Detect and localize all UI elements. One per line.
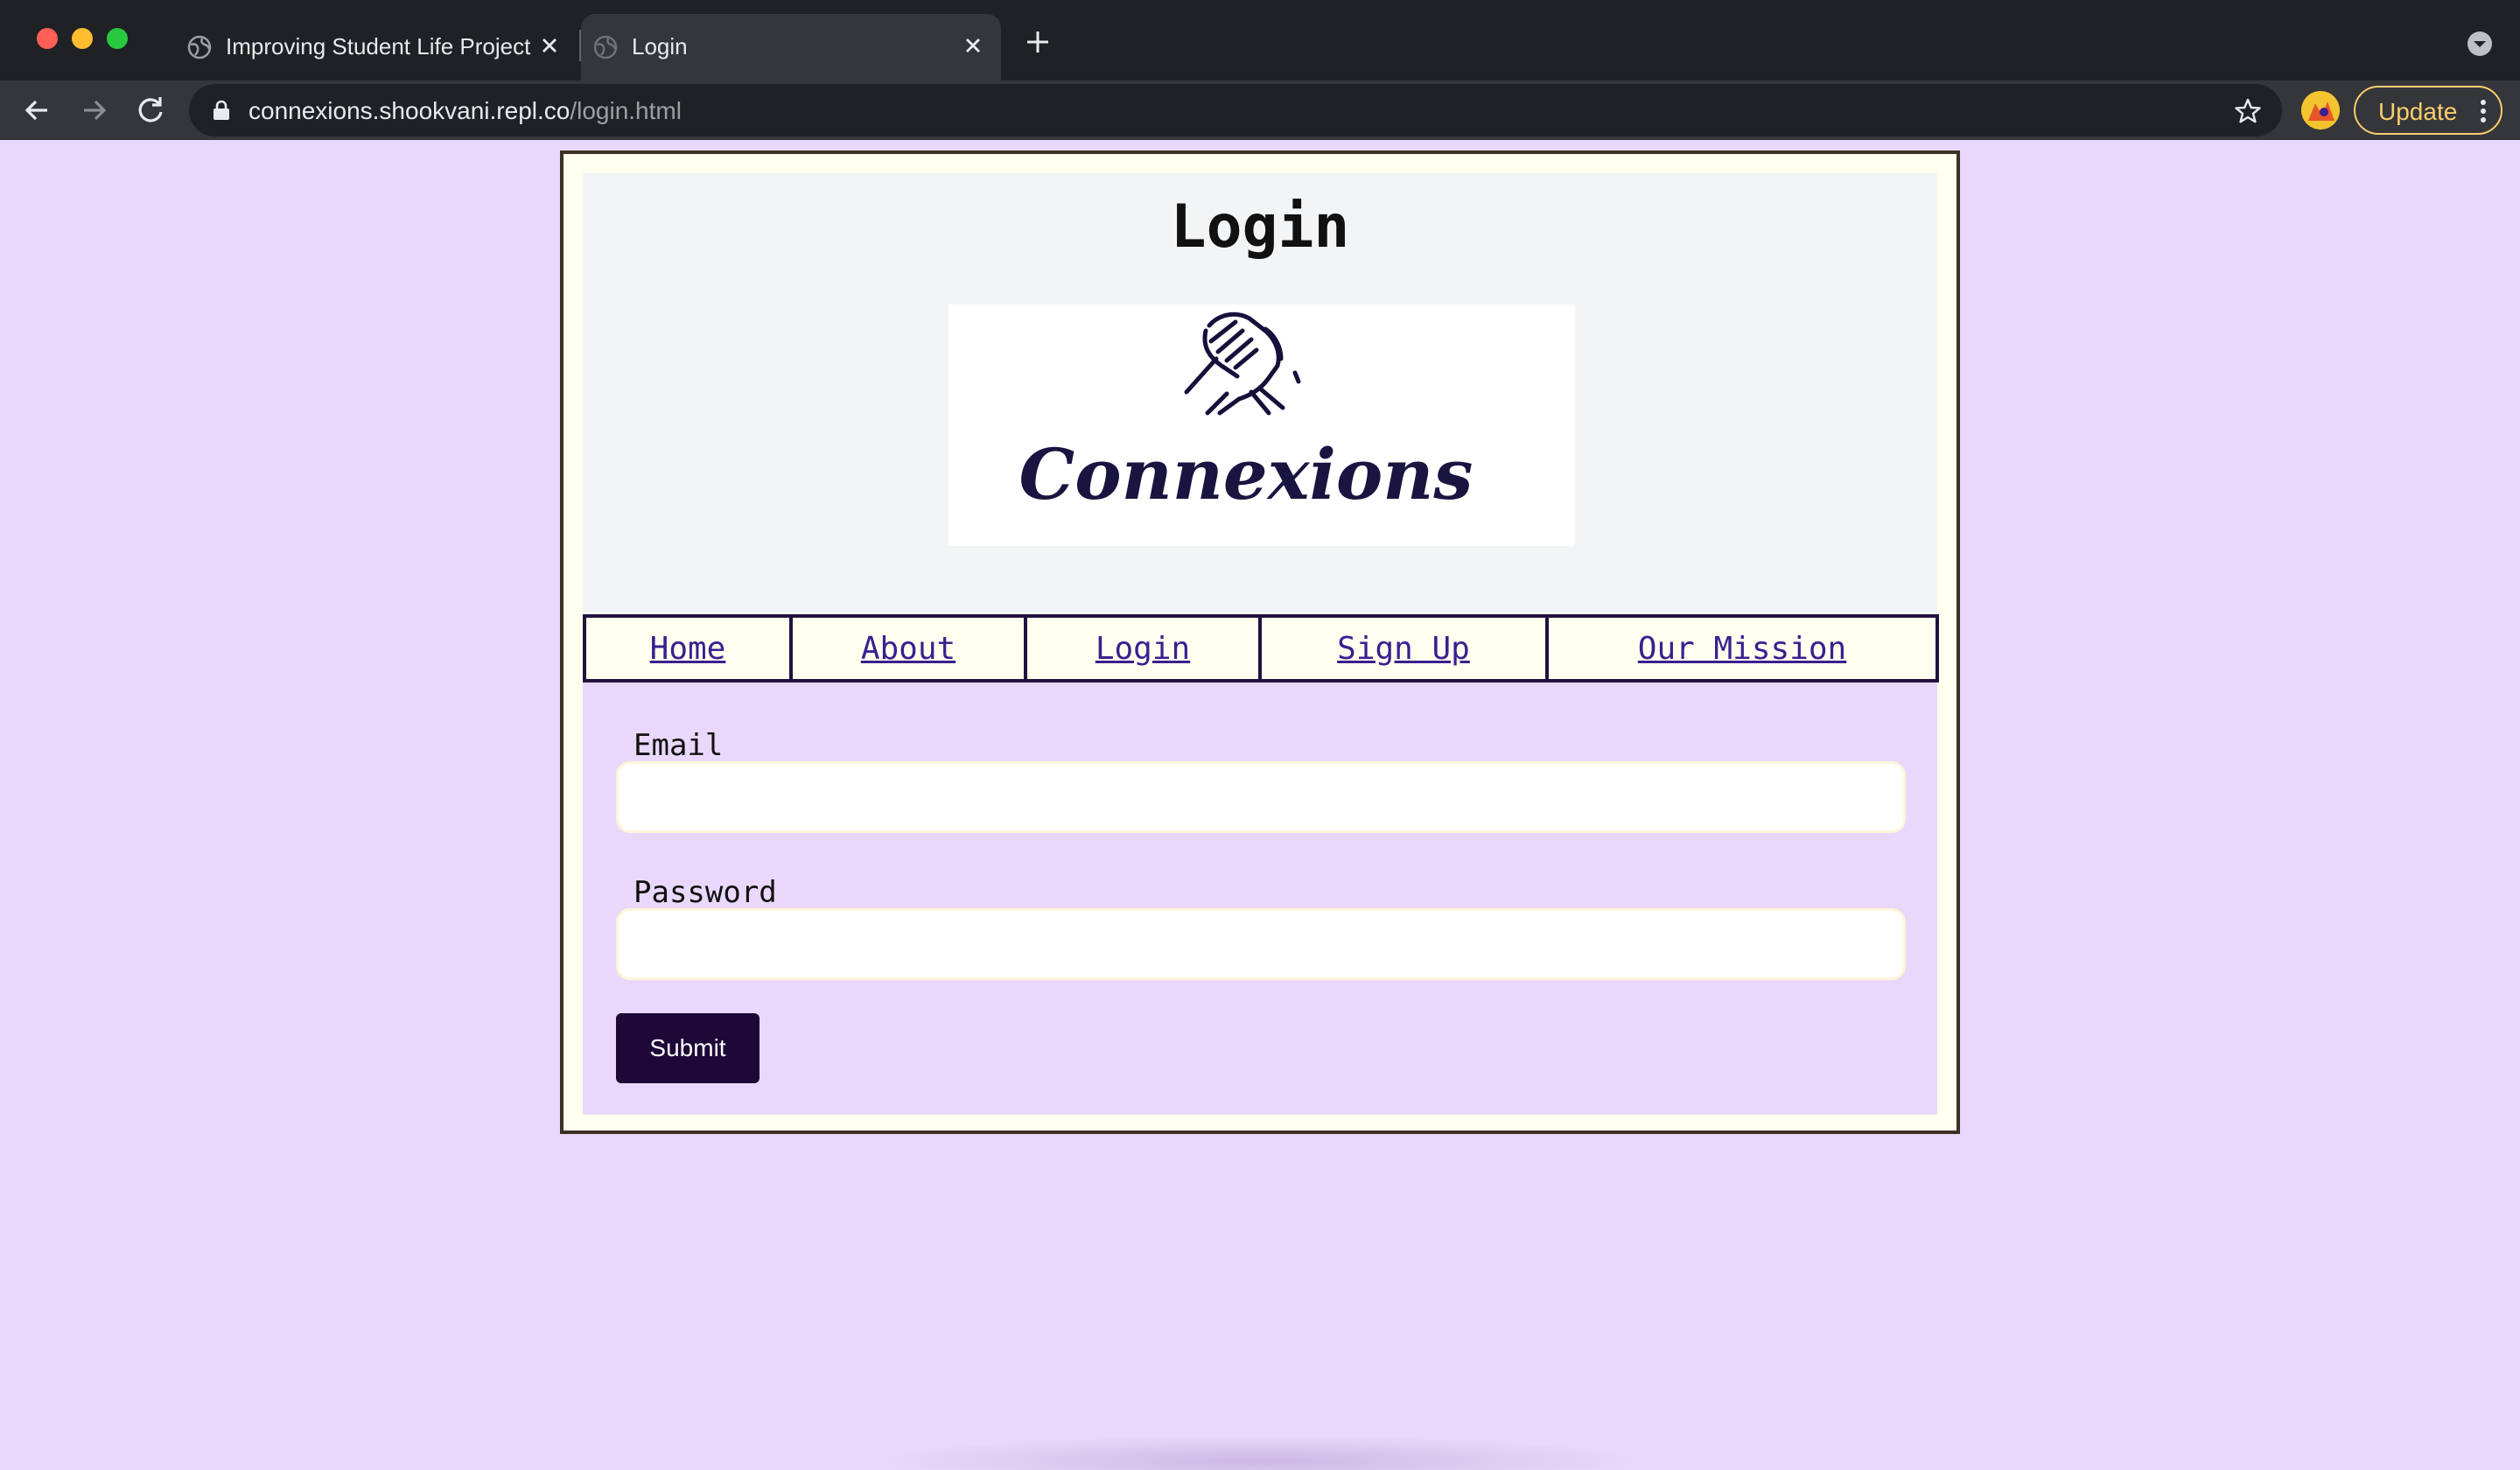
globe-icon	[187, 35, 212, 60]
nav-link-our-mission[interactable]: Our Mission	[1638, 631, 1846, 667]
page-container: Login Connexions Home About Login Sign U…	[560, 150, 1960, 1134]
minimize-window-button[interactable]	[72, 28, 93, 49]
maximize-window-button[interactable]	[107, 28, 128, 49]
nav-item-home[interactable]: Home	[586, 618, 793, 679]
address-bar[interactable]: connexions.shookvani.repl.co/login.html	[189, 84, 2282, 136]
main-nav: Home About Login Sign Up Our Mission	[583, 614, 1939, 682]
new-tab-icon[interactable]	[1022, 26, 1054, 58]
email-label: Email	[634, 728, 724, 763]
close-icon[interactable]	[957, 30, 989, 61]
email-field[interactable]	[616, 761, 1906, 833]
page-title: Login	[1170, 192, 1350, 262]
login-form: Email Password Submit	[583, 682, 1937, 1115]
browser-toolbar: connexions.shookvani.repl.co/login.html …	[0, 80, 2520, 140]
update-button[interactable]: Update	[2354, 86, 2502, 135]
logo: Connexions	[948, 304, 1575, 546]
close-icon[interactable]	[534, 30, 565, 61]
lock-icon[interactable]	[212, 100, 231, 121]
avatar-icon	[2301, 91, 2340, 130]
nav-item-our-mission[interactable]: Our Mission	[1549, 618, 1936, 679]
profile-avatar[interactable]	[2301, 91, 2340, 130]
nav-item-sign-up[interactable]: Sign Up	[1262, 618, 1549, 679]
reload-icon[interactable]	[133, 93, 168, 128]
more-icon[interactable]	[2478, 98, 2488, 124]
password-field[interactable]	[616, 908, 1906, 980]
url-path: /login.html	[570, 97, 682, 124]
handshake-logo-icon: Connexions	[1019, 312, 1474, 515]
url-host: connexions.shookvani.repl.co	[248, 97, 570, 124]
tab-improving-student-life[interactable]: Improving Student Life Project	[175, 14, 578, 80]
nav-item-about[interactable]: About	[793, 618, 1027, 679]
star-icon[interactable]	[2233, 96, 2263, 126]
forward-icon[interactable]	[77, 93, 112, 128]
header-panel: Login Connexions	[583, 173, 1937, 618]
tab-list-icon[interactable]	[2466, 30, 2494, 58]
tab-title: Login	[632, 33, 688, 60]
logo-text: Connexions	[1019, 433, 1474, 515]
nav-link-login[interactable]: Login	[1096, 631, 1190, 667]
nav-item-login[interactable]: Login	[1027, 618, 1262, 679]
back-icon[interactable]	[19, 93, 54, 128]
nav-link-about[interactable]: About	[861, 631, 956, 667]
close-window-button[interactable]	[37, 28, 58, 49]
tab-login[interactable]: Login	[581, 14, 1001, 80]
nav-link-home[interactable]: Home	[650, 631, 726, 667]
browser-titlebar: Improving Student Life Project Login	[0, 0, 2520, 80]
nav-link-sign-up[interactable]: Sign Up	[1337, 631, 1470, 667]
tab-title: Improving Student Life Project	[226, 33, 531, 60]
globe-icon	[593, 35, 618, 60]
dock-shadow	[875, 1435, 1645, 1470]
submit-button[interactable]: Submit	[616, 1013, 760, 1083]
password-label: Password	[634, 875, 777, 910]
url-text[interactable]: connexions.shookvani.repl.co/login.html	[248, 97, 682, 125]
update-label: Update	[2378, 98, 2458, 125]
